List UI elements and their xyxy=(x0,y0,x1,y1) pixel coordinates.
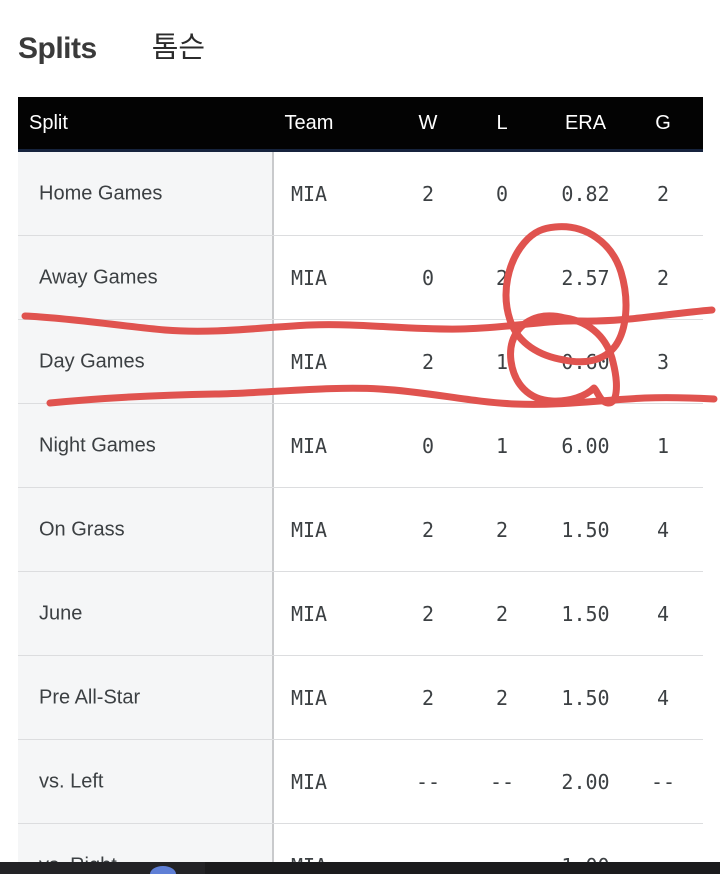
table-header-row: Split Team W L ERA G xyxy=(18,97,703,152)
cell-era: 0.60 xyxy=(561,349,610,374)
cell-era: 1.50 xyxy=(561,601,610,626)
row-label: On Grass xyxy=(39,518,125,540)
cell-team: MIA xyxy=(290,433,328,458)
cell-g: 1 xyxy=(656,433,670,458)
cell-team: MIA xyxy=(290,265,328,290)
row-label: vs. Left xyxy=(39,770,104,792)
cell-era: 1.50 xyxy=(561,685,610,710)
row-label: Pre All-Star xyxy=(39,686,141,708)
cell-l: -- xyxy=(489,769,515,794)
player-name: 톰슨 xyxy=(151,32,206,64)
table-row[interactable]: Pre All-Star MIA 2 2 1.50 4 xyxy=(18,656,703,740)
row-label-cell: On Grass xyxy=(18,488,274,571)
column-header-split[interactable]: Split xyxy=(29,97,68,149)
cell-g: 2 xyxy=(656,265,670,290)
cell-l: 2 xyxy=(495,685,509,710)
cell-w: 2 xyxy=(421,601,435,626)
cell-extra: - xyxy=(698,770,703,794)
row-label: Home Games xyxy=(39,182,163,204)
cell-team: MIA xyxy=(290,349,328,374)
splits-screen: Splits 톰슨 Split Team W L ERA G Home Game… xyxy=(0,0,720,874)
table-row[interactable]: vs. LeftMIA----2.00--- xyxy=(18,740,703,824)
system-navigation-bar xyxy=(0,862,720,874)
cell-w: 0 xyxy=(421,433,435,458)
cell-l: 1 xyxy=(495,349,509,374)
cell-team: MIA xyxy=(290,769,328,794)
table-row[interactable]: Day Games MIA 2 1 0.60 3 xyxy=(18,320,703,404)
column-header-era[interactable]: ERA xyxy=(543,97,628,149)
cell-g: 3 xyxy=(656,349,670,374)
cell-l: 0 xyxy=(495,181,509,206)
table-body: Home Games MIA 2 0 0.82 2 Away Games MIA 0 2 2.57 2… xyxy=(18,152,703,874)
cell-era: 2.00 xyxy=(561,769,610,794)
cell-era: 2.57 xyxy=(561,265,610,290)
cell-team: MIA xyxy=(290,685,328,710)
cell-w: 0 xyxy=(421,265,435,290)
row-label-cell: vs. Left xyxy=(18,740,274,823)
cell-l: 1 xyxy=(495,433,509,458)
cell-w: 2 xyxy=(421,181,435,206)
cell-era: 6.00 xyxy=(561,433,610,458)
cell-team: MIA xyxy=(290,601,328,626)
row-label: Day Games xyxy=(39,350,145,372)
cell-g: 4 xyxy=(656,517,670,542)
column-header-w[interactable]: W xyxy=(403,97,453,149)
table-row[interactable]: June MIA 2 2 1.50 4 xyxy=(18,572,703,656)
cell-w: 2 xyxy=(421,685,435,710)
cell-team: MIA xyxy=(290,181,328,206)
cell-l: 2 xyxy=(495,517,509,542)
cell-l: 2 xyxy=(495,265,509,290)
cell-w: 2 xyxy=(421,517,435,542)
table-row[interactable]: Home Games MIA 2 0 0.82 2 xyxy=(18,152,703,236)
row-label-cell: June xyxy=(18,572,274,655)
cell-w: 2 xyxy=(421,349,435,374)
splits-table[interactable]: Split Team W L ERA G Home Games MIA 2 0 0.82… xyxy=(18,97,703,874)
cell-era: 1.50 xyxy=(561,517,610,542)
column-header-l[interactable]: L xyxy=(477,97,527,149)
cell-g: 4 xyxy=(656,685,670,710)
row-label-cell: Home Games xyxy=(18,152,274,235)
table-row[interactable]: Night Games MIA 0 1 6.00 1 xyxy=(18,404,703,488)
row-label-cell: Away Games xyxy=(18,236,274,319)
row-label: Night Games xyxy=(39,434,156,456)
table-row[interactable]: On Grass MIA 2 2 1.50 4 xyxy=(18,488,703,572)
page-title: Splits xyxy=(18,31,97,65)
page-header: Splits 톰슨 xyxy=(0,0,720,97)
row-label-cell: Day Games xyxy=(18,320,274,403)
row-label-cell: Night Games xyxy=(18,404,274,487)
row-label: June xyxy=(39,602,83,624)
cell-l: 2 xyxy=(495,601,509,626)
cell-team: MIA xyxy=(290,517,328,542)
cell-w: -- xyxy=(415,769,441,794)
row-label: Away Games xyxy=(39,266,158,288)
row-label-cell: Pre All-Star xyxy=(18,656,274,739)
column-header-team[interactable]: Team xyxy=(274,97,344,149)
cell-g: -- xyxy=(650,769,676,794)
column-header-g[interactable]: G xyxy=(638,97,688,149)
cell-g: 4 xyxy=(656,601,670,626)
table-row[interactable]: Away Games MIA 0 2 2.57 2 xyxy=(18,236,703,320)
cell-g: 2 xyxy=(656,181,670,206)
cell-era: 0.82 xyxy=(561,181,610,206)
